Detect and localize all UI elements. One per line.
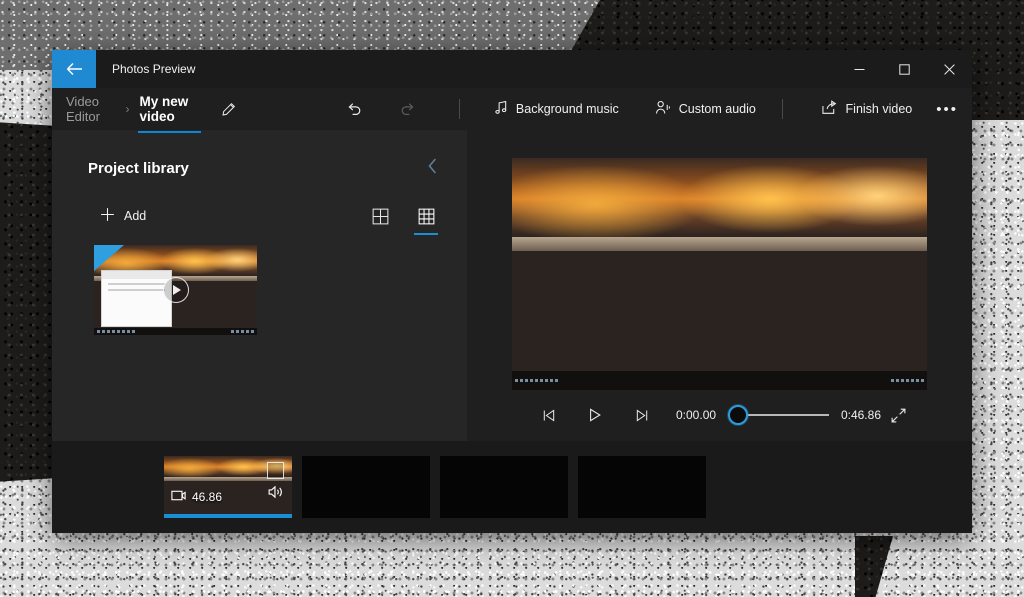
current-time-label: 0:00.00 xyxy=(676,408,716,422)
view-toggle-group xyxy=(365,203,441,229)
expand-arrows-icon[interactable] xyxy=(881,400,915,430)
library-video-thumbnail[interactable] xyxy=(94,245,257,335)
maximize-button[interactable] xyxy=(882,50,927,88)
timeline-clip-1[interactable]: 46.86 xyxy=(164,456,292,518)
clip-select-checkbox[interactable] xyxy=(267,462,284,479)
music-note-icon xyxy=(494,100,508,118)
close-button[interactable] xyxy=(927,50,972,88)
total-duration-label: 0:46.86 xyxy=(841,408,881,422)
more-options-button[interactable]: ••• xyxy=(936,95,958,123)
custom-audio-button[interactable]: Custom audio xyxy=(645,94,766,124)
add-label: Add xyxy=(124,209,146,223)
library-toolbar: Add xyxy=(52,185,467,229)
toolbar-divider-2 xyxy=(782,99,783,119)
finish-video-label: Finish video xyxy=(846,102,913,116)
clip-duration-label: 46.86 xyxy=(192,490,222,504)
grid-3x3-icon[interactable] xyxy=(411,203,441,229)
timeline-clip-2[interactable] xyxy=(302,456,430,518)
video-preview[interactable] xyxy=(512,158,927,390)
library-title: Project library xyxy=(88,160,189,177)
project-library-panel: Project library Add xyxy=(52,130,467,441)
chevron-left-icon[interactable] xyxy=(420,152,445,185)
photos-video-editor-window: Photos Preview Video Editor › My new vid… xyxy=(52,50,972,533)
seek-slider[interactable] xyxy=(728,400,829,430)
share-export-icon xyxy=(821,100,838,118)
editor-body: Project library Add xyxy=(52,130,972,441)
library-thumbnail-grid xyxy=(52,229,467,335)
next-frame-icon[interactable] xyxy=(620,398,662,432)
preview-sunset-sky xyxy=(512,158,927,237)
command-bar: Video Editor › My new video xyxy=(52,88,972,130)
speaker-icon[interactable] xyxy=(268,485,284,504)
video-frame-icon xyxy=(171,490,186,504)
scene-taskbar xyxy=(94,328,257,335)
preview-taskbar xyxy=(512,371,927,390)
timeline-clip-4[interactable] xyxy=(578,456,706,518)
breadcrumb-video-editor[interactable]: Video Editor xyxy=(62,94,118,124)
title-bar: Photos Preview xyxy=(52,50,972,88)
scene-window-overlay xyxy=(101,270,173,327)
clip-selected-underline xyxy=(164,514,292,518)
undo-arrow-icon[interactable] xyxy=(343,94,366,124)
play-circle-icon[interactable] xyxy=(163,277,189,303)
toolbar-divider-1 xyxy=(459,99,460,119)
preview-water xyxy=(512,237,927,251)
add-media-button[interactable]: Add xyxy=(94,203,152,229)
seek-thumb[interactable] xyxy=(728,405,748,425)
minimize-button[interactable] xyxy=(837,50,882,88)
clip-duration-badge: 46.86 xyxy=(171,490,222,504)
finish-video-button[interactable]: Finish video xyxy=(811,94,923,124)
play-icon[interactable] xyxy=(574,398,616,432)
project-name-tab[interactable]: My new video xyxy=(138,84,201,135)
preview-rocks xyxy=(512,251,927,390)
redo-arrow-icon[interactable] xyxy=(396,94,419,124)
desktop-background: Photos Preview Video Editor › My new vid… xyxy=(0,0,1024,597)
timeline-clip-3[interactable] xyxy=(440,456,568,518)
breadcrumb-separator: › xyxy=(118,102,138,116)
library-header: Project library xyxy=(52,130,467,185)
previous-frame-icon[interactable] xyxy=(528,398,570,432)
plus-icon xyxy=(100,207,115,225)
background-music-label: Background music xyxy=(516,102,619,116)
project-name-label: My new video xyxy=(140,94,189,124)
playback-controls: 0:00.00 0:46.86 xyxy=(512,390,927,441)
background-music-button[interactable]: Background music xyxy=(484,94,629,124)
app-title: Photos Preview xyxy=(96,50,837,88)
storyboard-timeline: 46.86 xyxy=(52,441,972,533)
person-audio-icon xyxy=(655,100,671,118)
dark-wedge-left xyxy=(0,122,57,482)
pencil-icon[interactable] xyxy=(219,95,238,123)
preview-panel: 0:00.00 0:46.86 xyxy=(467,130,972,441)
grid-2x2-icon[interactable] xyxy=(365,203,395,229)
view-selected-underline xyxy=(414,233,438,235)
tab-selected-underline xyxy=(138,131,201,133)
custom-audio-label: Custom audio xyxy=(679,102,756,116)
selection-flag xyxy=(94,245,124,271)
back-arrow-icon[interactable] xyxy=(52,50,96,88)
preview-scene xyxy=(512,158,927,390)
